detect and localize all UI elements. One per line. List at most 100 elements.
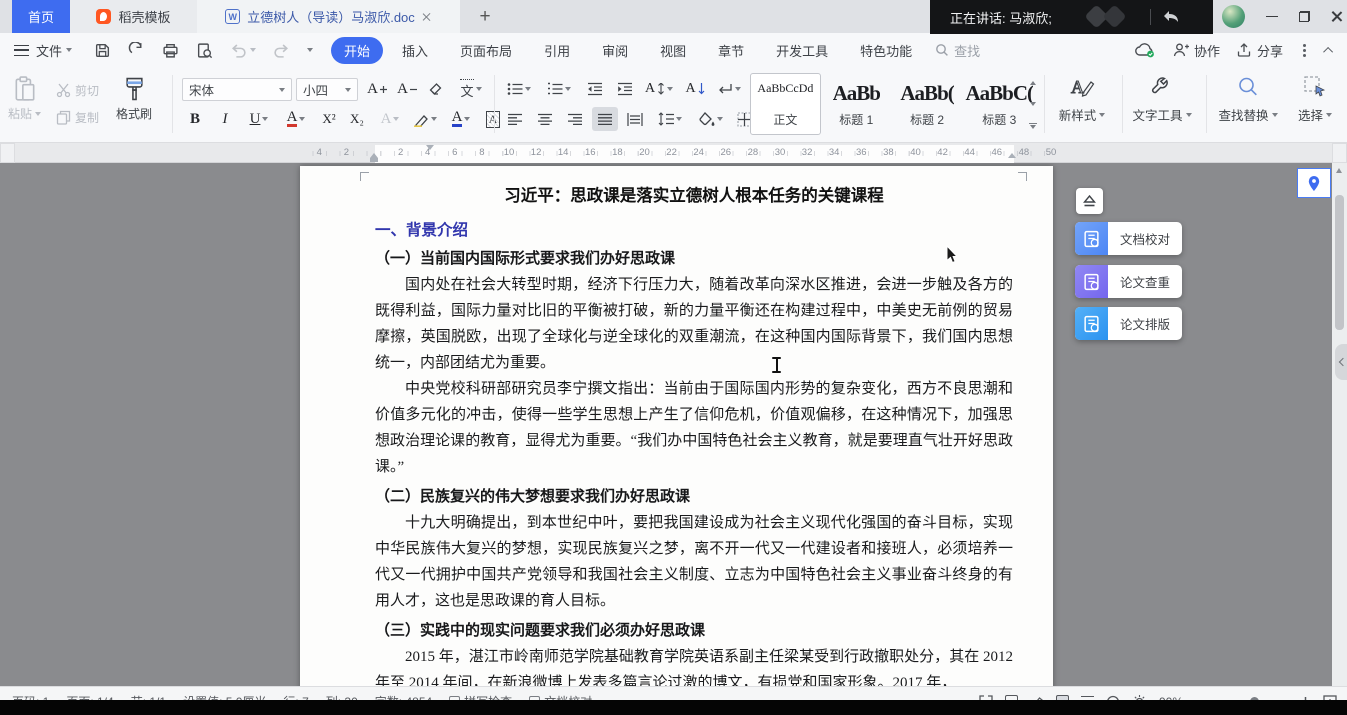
menu-tab-章节[interactable]: 章节 bbox=[705, 37, 757, 64]
font-size-select[interactable]: 小四 bbox=[296, 78, 358, 101]
style-item[interactable]: AaBbCcDd正文 bbox=[750, 73, 821, 135]
quickbar-more-icon[interactable] bbox=[307, 48, 313, 52]
undo-button[interactable] bbox=[230, 43, 256, 58]
panel-collapse-button[interactable] bbox=[1076, 188, 1103, 214]
collapse-ribbon-icon[interactable] bbox=[1323, 46, 1333, 56]
font-color-button[interactable]: A bbox=[444, 107, 478, 131]
align-justify-button[interactable] bbox=[592, 107, 618, 131]
user-avatar[interactable] bbox=[1222, 5, 1245, 28]
save-icon[interactable] bbox=[94, 42, 111, 59]
ruler-toggle-box[interactable] bbox=[1332, 143, 1347, 163]
menu-tab-开始[interactable]: 开始 bbox=[331, 37, 383, 64]
paper-plagiarism-icon bbox=[1075, 265, 1108, 298]
highlight-button[interactable] bbox=[408, 107, 442, 131]
gallery-up-icon[interactable] bbox=[1030, 81, 1036, 85]
redo-icon[interactable] bbox=[273, 43, 290, 58]
format-painter-label: 格式刷 bbox=[116, 105, 152, 122]
distribute-button[interactable] bbox=[622, 107, 648, 131]
shrink-font-button[interactable]: A bbox=[394, 77, 420, 101]
minimize-button[interactable] bbox=[1256, 0, 1288, 33]
menu-tab-页面布局[interactable]: 页面布局 bbox=[447, 37, 525, 64]
horizontal-ruler[interactable]: 4224681012141618202224262830323436384042… bbox=[0, 143, 1347, 163]
close-button[interactable] bbox=[1320, 0, 1347, 33]
more-options-icon[interactable] bbox=[1303, 49, 1306, 52]
text-tool-button[interactable]: 文字工具 bbox=[1122, 75, 1202, 124]
sidebar-collapse-handle[interactable] bbox=[1335, 344, 1347, 380]
copy-button[interactable]: 复制 bbox=[56, 109, 99, 126]
tab-selector-box[interactable] bbox=[0, 143, 15, 163]
menu-tab-视图[interactable]: 视图 bbox=[647, 37, 699, 64]
char-border-button[interactable]: A bbox=[278, 107, 314, 131]
gallery-down-icon[interactable] bbox=[1030, 102, 1036, 106]
tab-document[interactable]: W 立德树人（导读）马淑欣.doc bbox=[197, 0, 460, 33]
file-menu-label: 文件 bbox=[36, 41, 62, 60]
file-menu[interactable]: 文件 bbox=[36, 41, 72, 60]
position-pin-button[interactable] bbox=[1297, 168, 1331, 198]
grow-font-button[interactable]: A bbox=[364, 77, 390, 101]
export-pdf-icon[interactable] bbox=[128, 42, 145, 59]
collaborate-button[interactable]: 协作 bbox=[1172, 41, 1220, 60]
superscript-button[interactable]: X² bbox=[316, 107, 342, 131]
increase-indent-button[interactable] bbox=[612, 77, 638, 101]
subscript-button[interactable]: X₂ bbox=[344, 107, 370, 131]
print-icon[interactable] bbox=[162, 42, 179, 59]
ruler-mark: 12 bbox=[531, 147, 542, 158]
tab-close-icon[interactable] bbox=[422, 12, 432, 22]
text-direction-button[interactable]: A bbox=[682, 77, 708, 101]
new-style-button[interactable]: A 新样式 bbox=[1046, 75, 1118, 124]
tab-home[interactable]: 首页 bbox=[12, 0, 70, 33]
style-item[interactable]: AaBb标题 1 bbox=[821, 73, 892, 135]
font-name-select[interactable]: 宋体 bbox=[182, 78, 292, 101]
reply-arrow-icon[interactable] bbox=[1161, 9, 1181, 25]
style-label: 标题 2 bbox=[910, 111, 944, 128]
menu-tab-审阅[interactable]: 审阅 bbox=[589, 37, 641, 64]
numbering-button[interactable] bbox=[542, 77, 576, 101]
side-tool-文档校对[interactable]: 文档校对 bbox=[1075, 222, 1182, 255]
print-preview-icon[interactable] bbox=[196, 42, 213, 59]
side-tool-论文排版[interactable]: 论文排版 bbox=[1075, 307, 1182, 340]
bold-button[interactable]: B bbox=[182, 107, 208, 131]
find-replace-button[interactable]: 查找替换 bbox=[1206, 75, 1290, 124]
vertical-scrollbar[interactable] bbox=[1332, 163, 1347, 686]
line-spacing-button[interactable] bbox=[652, 107, 688, 131]
decrease-indent-button[interactable] bbox=[582, 77, 608, 101]
new-tab-button[interactable]: + bbox=[472, 4, 498, 30]
menu-tab-引用[interactable]: 引用 bbox=[531, 37, 583, 64]
cloud-sync-icon[interactable] bbox=[1134, 42, 1156, 58]
restore-button[interactable] bbox=[1288, 0, 1320, 33]
select-button[interactable]: 选择 bbox=[1288, 75, 1342, 124]
bullets-button[interactable] bbox=[502, 77, 536, 101]
align-right-button[interactable] bbox=[562, 107, 588, 131]
change-case-button[interactable]: A bbox=[642, 77, 676, 101]
underline-button[interactable]: U bbox=[242, 107, 276, 131]
shading-button[interactable] bbox=[692, 107, 728, 131]
hamburger-icon[interactable] bbox=[14, 45, 29, 56]
paste-button[interactable]: 粘贴 bbox=[8, 76, 41, 122]
tab-docer-templates[interactable]: 稻壳模板 bbox=[70, 0, 197, 33]
text-effects-glyph: A bbox=[381, 111, 392, 128]
left-indent-marker[interactable] bbox=[370, 158, 378, 162]
document-page[interactable]: 习近平：思政课是落实立德树人根本任务的关键课程一、背景介绍（一）当前国内国际形式… bbox=[300, 166, 1053, 686]
gallery-more-icon[interactable] bbox=[1029, 123, 1037, 129]
format-painter-button[interactable]: 格式刷 bbox=[116, 76, 152, 122]
text-effects-button[interactable]: A bbox=[374, 107, 406, 131]
align-center-button[interactable] bbox=[532, 107, 558, 131]
plus-icon bbox=[380, 86, 387, 93]
clear-format-button[interactable] bbox=[424, 77, 450, 101]
italic-button[interactable]: I bbox=[212, 107, 238, 131]
side-tool-论文查重[interactable]: 论文查重 bbox=[1075, 265, 1182, 298]
cut-button[interactable]: 剪切 bbox=[56, 82, 99, 99]
ribbon-search[interactable]: 查找 bbox=[935, 41, 980, 60]
right-indent-marker[interactable] bbox=[1008, 153, 1016, 158]
share-button[interactable]: 分享 bbox=[1236, 41, 1283, 60]
pinyin-guide-button[interactable]: 文 bbox=[454, 77, 488, 101]
style-item[interactable]: AaBbC(标题 3 bbox=[962, 73, 1036, 135]
menu-tab-特色功能[interactable]: 特色功能 bbox=[847, 37, 925, 64]
scrollbar-thumb[interactable] bbox=[1335, 195, 1344, 330]
scroll-up-icon[interactable] bbox=[1336, 168, 1342, 173]
style-item[interactable]: AaBb(标题 2 bbox=[892, 73, 963, 135]
align-left-button[interactable] bbox=[502, 107, 528, 131]
line-break-button[interactable] bbox=[712, 77, 746, 101]
menu-tab-开发工具[interactable]: 开发工具 bbox=[763, 37, 841, 64]
menu-tab-插入[interactable]: 插入 bbox=[389, 37, 441, 64]
